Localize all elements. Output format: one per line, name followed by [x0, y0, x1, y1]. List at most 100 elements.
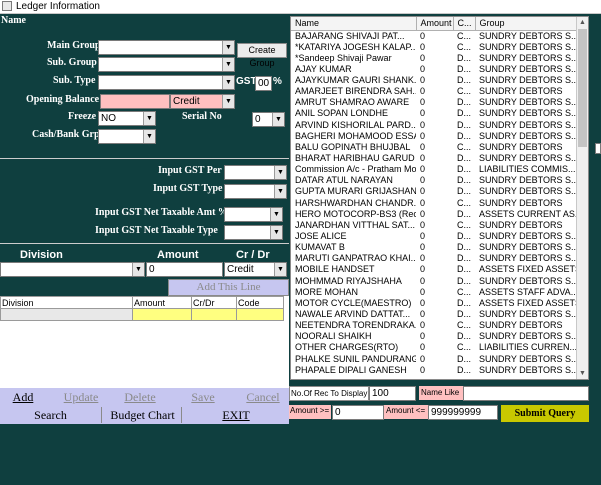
list-item[interactable]: HARSHWARDHAN CHANDR... 0 C... SUNDRY DEBTOR… — [291, 197, 578, 208]
scroll-down-icon[interactable]: ▼ — [577, 368, 588, 379]
list-item[interactable]: BAGHERI MOHAMOOD ESSA 0 D... SUNDRY DEBTORS… — [291, 131, 578, 142]
grid-header-code[interactable]: Code — [236, 296, 284, 309]
cell-name: HARSHWARDHAN CHANDR... — [295, 197, 416, 208]
cell-group: ASSETS STAFF ADVA... — [479, 286, 578, 297]
net-taxable-type-label: Input GST Net Taxable Type — [95, 225, 218, 236]
cell-group: SUNDRY DEBTORS S... — [479, 253, 578, 264]
list-item[interactable]: NOORALI SHAIKH 0 D... SUNDRY DEBTORS S... — [291, 331, 578, 342]
list-item[interactable]: PHAPALE DIPALI GANESH 0 D... SUNDRY DEBTORS… — [291, 365, 578, 376]
name-like-input[interactable] — [463, 386, 589, 401]
division-select[interactable]: ▼ — [0, 262, 145, 277]
sub-group-select[interactable]: ▼ — [98, 57, 235, 72]
scroll-up-icon[interactable]: ▲ — [577, 17, 588, 28]
cash-bank-select[interactable]: ▼ — [98, 129, 156, 144]
cancel-button[interactable]: Cancel — [238, 389, 288, 405]
gst-per-select[interactable]: ▼ — [224, 165, 287, 180]
cell-crdr: D... — [457, 152, 472, 163]
grid-header-amount[interactable]: Amount — [132, 296, 192, 309]
list-item[interactable]: AMARJEET BIRENDRA SAH... 0 C... SUNDRY DEBT… — [291, 86, 578, 97]
list-item[interactable]: DATAR ATUL NARAYAN 0 D... SUNDRY DEBTORS S.… — [291, 175, 578, 186]
serial-no-select[interactable]: 0 ▼ — [252, 112, 285, 127]
list-item[interactable]: Commission A/c - Pratham Mot... 0 D... LIAB… — [291, 164, 578, 175]
window-titlebar: Ledger Information — [0, 0, 601, 14]
amount-lte-input[interactable]: 999999999 — [428, 405, 498, 420]
list-item[interactable]: JANARDHAN VITTHAL SAT... 0 C... SUNDRY DEBT… — [291, 220, 578, 231]
list-header-group[interactable]: Group — [475, 17, 579, 31]
list-item[interactable]: MOBILE HANDSET 0 D... ASSETS FIXED ASSETS — [291, 264, 578, 275]
cell-group: SUNDRY DEBTORS S... — [479, 175, 578, 186]
add-button[interactable]: Add — [0, 389, 46, 405]
add-this-line-button[interactable]: Add This Line — [168, 279, 289, 296]
grid-header-division[interactable]: Division — [0, 296, 133, 309]
offscreen-field[interactable] — [595, 143, 601, 154]
list-item[interactable]: NEETENDRA TORENDRAKA... 0 C... SUNDRY DEBTO… — [291, 320, 578, 331]
division-amount-input[interactable]: 0 — [146, 262, 223, 277]
chevron-down-icon: ▼ — [274, 166, 286, 179]
create-group-button[interactable]: Create Group — [237, 43, 287, 68]
freeze-select[interactable]: NO ▼ — [98, 111, 156, 126]
cell-group: SUNDRY DEBTORS S... — [479, 331, 578, 342]
scroll-thumb[interactable] — [578, 29, 587, 147]
list-item[interactable]: KUMAVAT B 0 D... SUNDRY DEBTORS S... — [291, 242, 578, 253]
amount-gte-label: Amount >= — [289, 405, 331, 419]
list-item[interactable]: MARUTI GANPATRAO KHAI... 0 D... SUNDRY DEBT… — [291, 253, 578, 264]
list-item[interactable]: MORE MOHAN 0 C... ASSETS STAFF ADVA... — [291, 287, 578, 298]
list-item[interactable]: BALU GOPINATH BHUJBAL 0 C... SUNDRY DEBTORS — [291, 142, 578, 153]
amount-gte-input[interactable]: 0 — [332, 405, 384, 420]
division-crdr-select[interactable]: Credit ▼ — [224, 262, 287, 277]
sub-type-select[interactable]: ▼ — [98, 75, 235, 90]
main-group-select[interactable]: ▼ — [98, 40, 235, 55]
cell-group: SUNDRY DEBTORS S... — [479, 353, 578, 364]
cell-amount: 0 — [420, 286, 426, 297]
list-item[interactable]: GUPTA MURARI GRIJASHAN... 0 D... SUNDRY DEB… — [291, 186, 578, 197]
list-item[interactable]: *Sandeep Shivaji Pawar 0 D... SUNDRY DEBTOR… — [291, 53, 578, 64]
list-item[interactable]: JOSE ALICE 0 D... SUNDRY DEBTORS S... — [291, 231, 578, 242]
divider — [0, 243, 289, 244]
list-item[interactable]: BAJARANG SHIVAJI PAT... 0 C... SUNDRY DEBTO… — [291, 30, 578, 42]
cell-name: OTHER CHARGES(RTO) — [295, 342, 399, 353]
net-taxable-amt-select[interactable]: ▼ — [224, 207, 283, 222]
cell-name: BAJARANG SHIVAJI PAT... — [295, 30, 405, 41]
list-item[interactable]: BHARAT HARIBHAU GARUD 0 D... SUNDRY DEBTORS… — [291, 153, 578, 164]
cell-name: HERO MOTOCORP-BS3 (Rece... — [295, 208, 416, 219]
chevron-down-icon: ▼ — [274, 263, 286, 276]
search-button[interactable]: Search — [0, 407, 102, 423]
save-button[interactable]: Save — [180, 389, 226, 405]
list-item[interactable]: MOTOR CYCLE(MAESTRO) 0 D... ASSETS FIXED AS… — [291, 298, 578, 309]
budget-chart-button[interactable]: Budget Chart — [104, 407, 182, 423]
records-input[interactable]: 100 — [369, 386, 416, 401]
list-item[interactable]: MOHMMAD RIYAJSHAHA 0 D... SUNDRY DEBTORS S.… — [291, 275, 578, 286]
cell-group: SUNDRY DEBTORS S... — [479, 119, 578, 130]
gst-input[interactable]: 00 — [255, 76, 272, 91]
list-item[interactable]: OTHER CHARGES(RTO) 0 C... LIABILITIES CURRE… — [291, 342, 578, 353]
list-scrollbar[interactable]: ▲ ▼ — [576, 17, 588, 379]
list-item[interactable]: ANIL SOPAN LONDHE 0 D... SUNDRY DEBTORS S..… — [291, 108, 578, 119]
submit-query-button[interactable]: Submit Query — [501, 405, 589, 422]
serial-no-label: Serial No — [182, 111, 222, 122]
exit-button[interactable]: EXIT — [184, 407, 288, 423]
table-row[interactable] — [0, 308, 284, 321]
cell-name: NAWALE ARVIND DATTAT... — [295, 308, 411, 319]
gst-type-select[interactable]: ▼ — [224, 184, 287, 199]
grid-header-crdr[interactable]: Cr/Dr — [191, 296, 237, 309]
list-header-name[interactable]: Name — [291, 17, 417, 31]
net-taxable-type-select[interactable]: ▼ — [224, 225, 283, 240]
cell-group: ASSETS FIXED ASSETS — [479, 297, 578, 308]
list-header-crdr[interactable]: C... — [453, 17, 476, 31]
list-header-amount[interactable]: Amount — [416, 17, 454, 31]
list-item[interactable]: NAWALE ARVIND DATTAT... 0 D... SUNDRY DEBTO… — [291, 309, 578, 320]
list-item[interactable]: HERO MOTOCORP-BS3 (Rece... 0 D... ASSETS CU… — [291, 209, 578, 220]
list-item[interactable]: ARVIND KISHORILAL PARD... 0 D... SUNDRY DEB… — [291, 119, 578, 130]
list-item[interactable]: *KATARIYA JOGESH KALAP... 0 C... SUNDRY DEB… — [291, 42, 578, 53]
list-item[interactable]: PHALKE SUNIL PANDURANG 0 D... SUNDRY DEBTOR… — [291, 353, 578, 364]
list-item[interactable]: AJAY KUMAR 0 D... SUNDRY DEBTORS S... — [291, 64, 578, 75]
opening-balance-input[interactable] — [100, 94, 170, 109]
delete-button[interactable]: Delete — [115, 389, 165, 405]
opening-balance-crdr-select[interactable]: Credit ▼ — [170, 94, 235, 109]
list-item[interactable]: AMRUT SHAMRAO AWARE 0 D... SUNDRY DEBTORS S… — [291, 97, 578, 108]
update-button[interactable]: Update — [52, 389, 110, 405]
cell-group: SUNDRY DEBTORS S... — [479, 152, 578, 163]
ledger-list[interactable]: Name Amount C... Group BAJARANG SHIVAJI … — [290, 16, 589, 380]
cell-group: SUNDRY DEBTORS — [479, 320, 563, 331]
list-item[interactable]: AJAYKUMAR GAURI SHANK... 0 D... SUNDRY DEBT… — [291, 75, 578, 86]
